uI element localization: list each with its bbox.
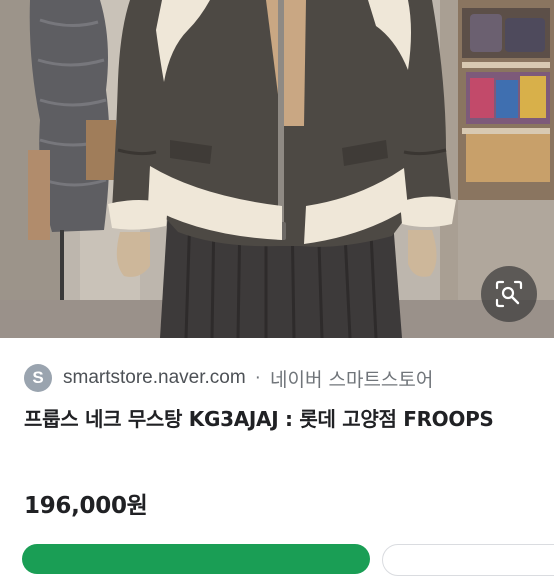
source-favicon: S	[24, 364, 52, 392]
source-initial: S	[32, 368, 44, 387]
product-image[interactable]	[0, 0, 554, 338]
product-price: 196,000원	[24, 493, 148, 519]
product-title[interactable]: 프룹스 네크 무스탕 KG3AJAJ : 롯데 고양점 FROOPS	[24, 404, 534, 435]
product-photo	[0, 0, 554, 338]
result-card[interactable]: S smartstore.naver.com · 네이버 스마트스토어 프룹스 …	[0, 338, 554, 576]
image-search-icon	[495, 280, 523, 308]
image-search-button[interactable]	[481, 266, 537, 322]
source-name[interactable]: 네이버 스마트스토어	[270, 365, 433, 392]
source-separator: ·	[254, 367, 261, 388]
visit-store-button[interactable]	[22, 544, 370, 574]
secondary-action-chip[interactable]	[382, 544, 554, 576]
source-row[interactable]: S smartstore.naver.com · 네이버 스마트스토어	[24, 364, 433, 392]
source-domain[interactable]: smartstore.naver.com	[63, 367, 246, 389]
